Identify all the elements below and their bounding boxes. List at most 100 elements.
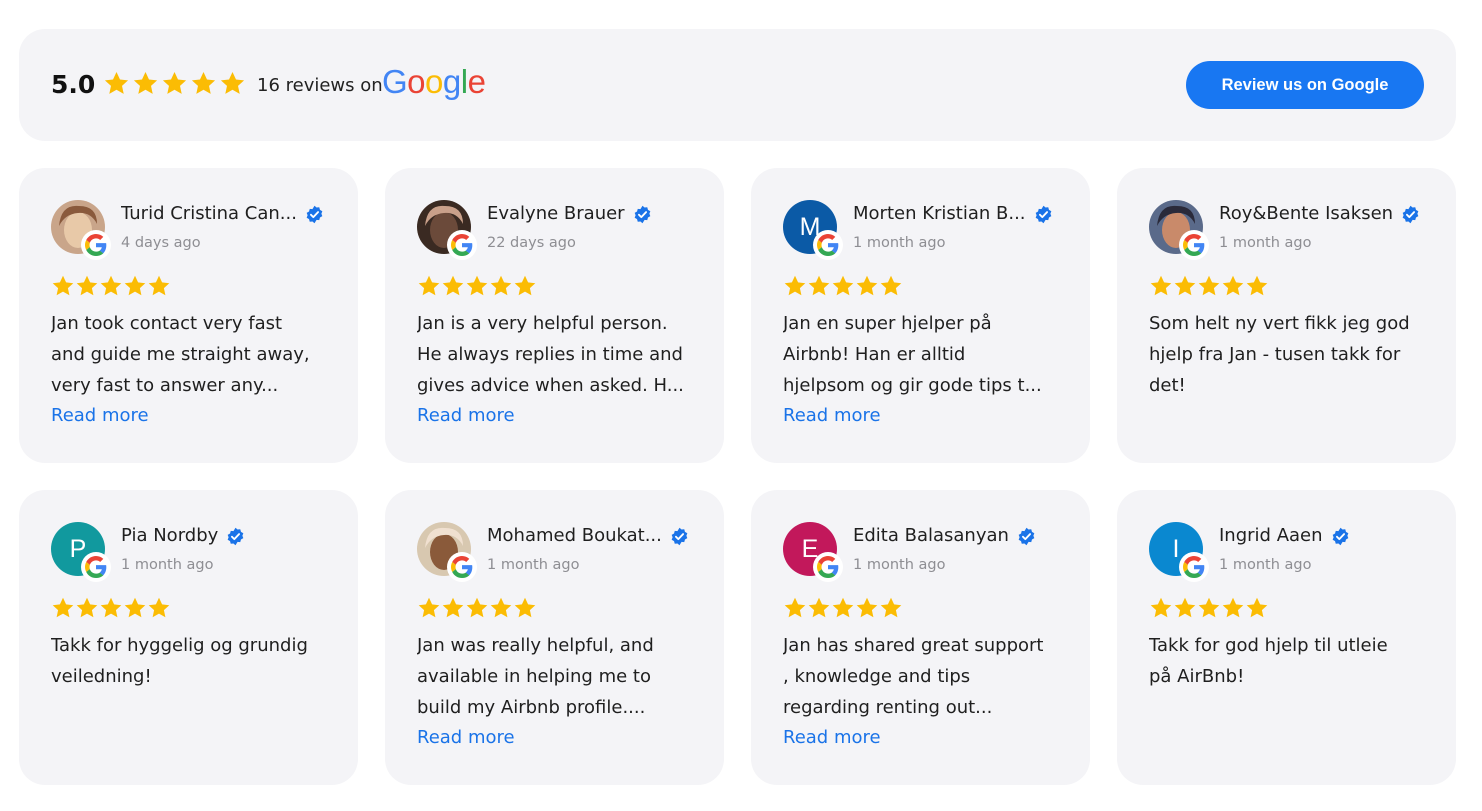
star-icon — [52, 275, 74, 296]
star-icon — [1246, 275, 1268, 296]
review-text: Jan is a very helpful person. He always r… — [417, 308, 697, 401]
google-logo-letter: g — [442, 63, 461, 100]
star-icon — [466, 597, 488, 618]
review-stars — [1149, 596, 1269, 620]
reviewer-avatar-wrap — [417, 200, 477, 260]
review-text-line: hjelpsom og gir gode tips t... — [783, 375, 1042, 396]
google-g-icon — [813, 552, 843, 582]
review-card: Roy&Bente Isaksen 1 month ago Som helt n… — [1117, 168, 1456, 463]
review-card: P Pia Nordby 1 month ago Takk for hyggel… — [19, 490, 358, 785]
reviewer-avatar-wrap: M — [783, 200, 843, 260]
google-g-icon — [1179, 230, 1209, 260]
read-more-link[interactable]: Read more — [783, 722, 881, 753]
review-text-line: Takk for god hjelp til utleie — [1149, 635, 1388, 656]
review-stars — [783, 274, 903, 298]
verified-badge-icon — [1018, 527, 1035, 545]
star-icon — [1150, 597, 1172, 618]
review-text: Jan was really helpful, and available in … — [417, 630, 697, 723]
review-stars — [417, 596, 537, 620]
review-text: Takk for hyggelig og grundig veiledning! — [51, 630, 331, 723]
reviewer-name-row: Edita Balasanyan — [853, 524, 1036, 548]
star-icon — [1222, 275, 1244, 296]
reviewer-name-row: Roy&Bente Isaksen — [1219, 202, 1420, 226]
google-g-icon — [813, 230, 843, 260]
star-icon — [442, 597, 464, 618]
review-date: 22 days ago — [487, 235, 576, 251]
review-stars — [1149, 274, 1269, 298]
google-g-icon — [1179, 552, 1209, 582]
reviewer-name-row: Ingrid Aaen — [1219, 524, 1350, 548]
google-logo-letter: G — [382, 63, 408, 100]
review-text-line: , knowledge and tips — [783, 666, 971, 687]
reviewer-name[interactable]: Morten Kristian B... — [853, 202, 1026, 226]
star-icon — [1174, 597, 1196, 618]
review-us-button[interactable]: Review us on Google — [1186, 61, 1424, 109]
google-g-icon — [447, 552, 477, 582]
reviewer-name[interactable]: Ingrid Aaen — [1219, 524, 1323, 548]
review-date: 1 month ago — [1219, 235, 1312, 251]
star-icon — [490, 597, 512, 618]
star-icon — [880, 275, 902, 296]
review-stars — [51, 274, 171, 298]
review-stars — [51, 596, 171, 620]
reviewer-avatar-wrap — [1149, 200, 1209, 260]
star-icon — [52, 597, 74, 618]
star-icon — [148, 597, 170, 618]
review-text: Jan took contact very fast and guide me s… — [51, 308, 331, 401]
review-text-line: på AirBnb! — [1149, 666, 1245, 687]
reviewer-name[interactable]: Edita Balasanyan — [853, 524, 1009, 548]
star-icon — [1222, 597, 1244, 618]
review-text-line: hjelp fra Jan - tusen takk for — [1149, 344, 1401, 365]
reviewer-name[interactable]: Mohamed Boukat... — [487, 524, 662, 548]
star-icon — [1174, 275, 1196, 296]
verified-badge-icon — [227, 527, 244, 545]
read-more-link[interactable]: Read more — [51, 400, 149, 431]
star-icon — [133, 72, 158, 94]
read-more-link[interactable]: Read more — [417, 400, 515, 431]
reviews-grid: Turid Cristina Can... 4 days ago Jan too… — [19, 168, 1456, 785]
star-icon — [832, 275, 854, 296]
star-icon — [1198, 275, 1220, 296]
read-more-link[interactable]: Read more — [783, 400, 881, 431]
star-icon — [100, 275, 122, 296]
review-card: I Ingrid Aaen 1 month ago Takk for god h… — [1117, 490, 1456, 785]
star-icon — [808, 597, 830, 618]
reviewer-name[interactable]: Roy&Bente Isaksen — [1219, 202, 1393, 226]
review-card: Evalyne Brauer 22 days ago Jan is a very… — [385, 168, 724, 463]
review-date: 1 month ago — [487, 557, 580, 573]
review-text-line: and guide me straight away, — [51, 344, 310, 365]
reviewer-name[interactable]: Pia Nordby — [121, 524, 218, 548]
review-text-line: available in helping me to — [417, 666, 651, 687]
star-icon — [514, 275, 536, 296]
review-text-line: build my Airbnb profile.... — [417, 697, 646, 718]
star-icon — [1198, 597, 1220, 618]
review-text-line: He always replies in time and — [417, 344, 683, 365]
star-icon — [490, 275, 512, 296]
read-more-link[interactable]: Read more — [417, 722, 515, 753]
review-count: 16 reviews on — [257, 75, 383, 96]
star-icon — [856, 275, 878, 296]
review-text: Takk for god hjelp til utleie på AirBnb! — [1149, 630, 1429, 723]
reviewer-avatar-wrap — [417, 522, 477, 582]
google-g-icon — [81, 230, 111, 260]
reviewer-avatar-wrap: I — [1149, 522, 1209, 582]
review-text-line: Jan took contact very fast — [51, 313, 283, 334]
review-text-line: veiledning! — [51, 666, 152, 687]
reviewer-name[interactable]: Turid Cristina Can... — [121, 202, 297, 226]
star-icon — [856, 597, 878, 618]
review-date: 1 month ago — [121, 557, 214, 573]
star-icon — [220, 72, 245, 94]
star-icon — [1150, 275, 1172, 296]
star-icon — [418, 597, 440, 618]
star-icon — [808, 275, 830, 296]
reviewer-name-row: Mohamed Boukat... — [487, 524, 689, 548]
review-text-line: Jan is a very helpful person. — [417, 313, 668, 334]
verified-badge-icon — [1035, 205, 1051, 223]
review-card: Mohamed Boukat... 1 month ago Jan was re… — [385, 490, 724, 785]
reviewer-name[interactable]: Evalyne Brauer — [487, 202, 625, 226]
review-text-line: Takk for hyggelig og grundig — [51, 635, 308, 656]
star-icon — [191, 72, 216, 94]
review-stars — [417, 274, 537, 298]
verified-badge-icon — [1332, 527, 1348, 545]
overall-score: 5.0 — [51, 70, 96, 99]
